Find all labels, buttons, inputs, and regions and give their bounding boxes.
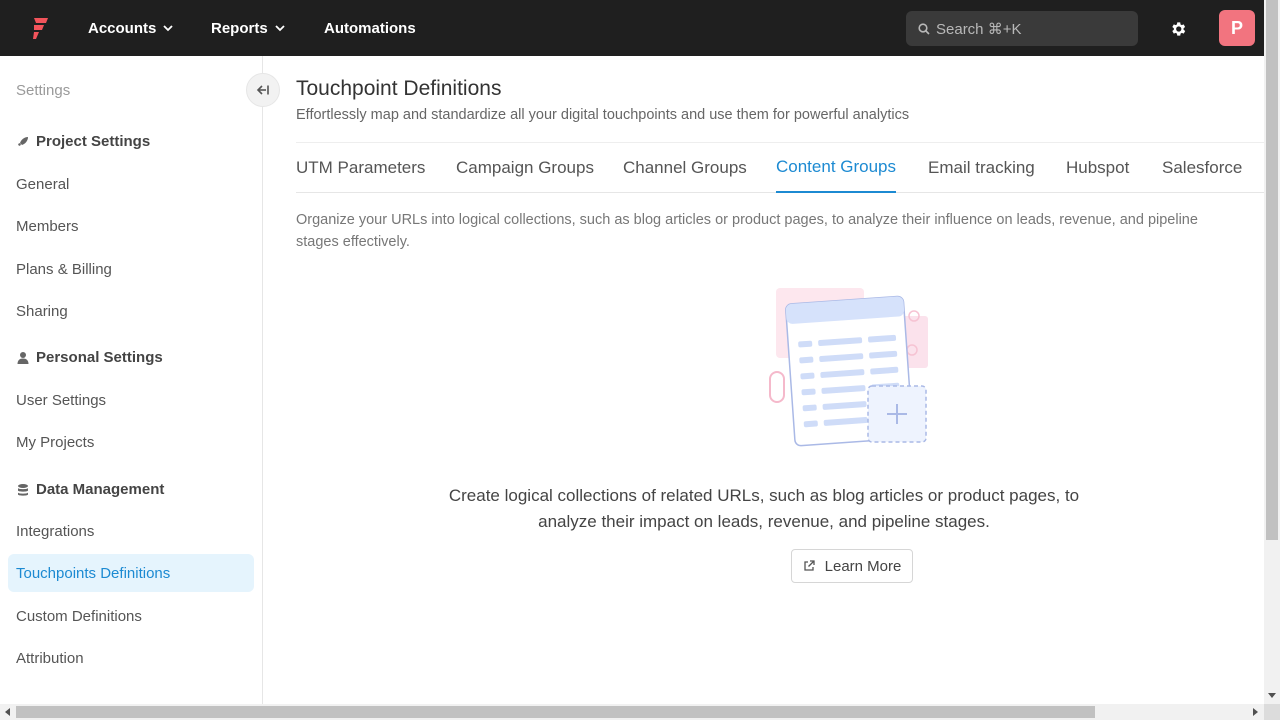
search-placeholder: Search ⌘+K [936, 20, 1022, 38]
horizontal-scrollbar-thumb[interactable] [16, 706, 1095, 718]
tab-channel-groups[interactable]: Channel Groups [623, 143, 747, 193]
settings-sidebar: Settings Project Settings General Member… [0, 56, 263, 704]
tab-salesforce[interactable]: Salesforce [1162, 143, 1242, 193]
nav-automations-label: Automations [324, 19, 416, 37]
tab-label: UTM Parameters [296, 158, 426, 177]
sidebar-item-touchpoints-definitions[interactable]: Touchpoints Definitions [8, 554, 254, 592]
sidebar-item-integrations[interactable]: Integrations [8, 512, 254, 550]
nav-accounts[interactable]: Accounts [88, 0, 174, 56]
tab-hubspot[interactable]: Hubspot [1066, 143, 1129, 193]
avatar-initial: P [1230, 17, 1243, 38]
scroll-right-arrow-icon[interactable] [1253, 708, 1258, 716]
collapse-left-icon [256, 85, 269, 95]
app-logo-icon[interactable] [30, 16, 50, 40]
chevron-down-icon [163, 25, 173, 32]
empty-state-line-2: analyze their impact on leads, revenue, … [538, 512, 990, 531]
sidebar-item-my-projects[interactable]: My Projects [8, 423, 254, 461]
learn-more-button[interactable]: Learn More [791, 549, 913, 583]
sidebar-item-sharing[interactable]: Sharing [8, 292, 254, 330]
section-label: Personal Settings [36, 349, 163, 366]
database-icon [16, 483, 30, 497]
settings-button[interactable] [1160, 11, 1195, 46]
tab-email-tracking[interactable]: Email tracking [928, 143, 1035, 193]
tab-description: Organize your URLs into logical collecti… [296, 212, 1198, 250]
nav-automations[interactable]: Automations [324, 0, 416, 56]
definition-tabs: UTM Parameters Campaign Groups Channel G… [296, 142, 1264, 193]
tab-campaign-groups[interactable]: Campaign Groups [456, 143, 594, 193]
sidebar-item-user-settings[interactable]: User Settings [8, 381, 254, 419]
tab-label: Content Groups [776, 157, 897, 176]
empty-state-line-1: Create logical collections of related UR… [448, 486, 1080, 505]
sidebar-item-plans-billing[interactable]: Plans & Billing [8, 250, 254, 288]
tab-label: Email tracking [928, 158, 1035, 177]
sidebar-item-label: User Settings [16, 391, 107, 409]
sidebar-title: Settings [16, 82, 71, 99]
empty-state-illustration [769, 288, 928, 447]
sidebar-item-label: Custom Definitions [16, 607, 142, 625]
sidebar-item-attribution[interactable]: Attribution [8, 639, 254, 677]
chevron-down-icon [275, 25, 285, 32]
sidebar-item-label: Attribution [16, 649, 84, 667]
main-content: Touchpoint Definitions Effortlessly map … [264, 56, 1264, 704]
rocket-icon [16, 135, 30, 149]
sidebar-item-custom-definitions[interactable]: Custom Definitions [8, 597, 254, 635]
gear-icon [1171, 21, 1185, 36]
sidebar-item-label: Plans & Billing [16, 260, 112, 278]
scroll-down-arrow-icon[interactable] [1268, 693, 1276, 698]
user-icon [16, 351, 30, 365]
section-data-management: Data Management [16, 481, 164, 498]
scroll-left-arrow-icon[interactable] [5, 708, 10, 716]
section-personal-settings: Personal Settings [16, 349, 163, 366]
collapse-sidebar-button[interactable] [246, 73, 280, 107]
sidebar-item-label: Touchpoints Definitions [16, 564, 171, 582]
external-link-icon [803, 560, 815, 571]
sidebar-item-label: General [16, 175, 70, 193]
sidebar-item-general[interactable]: General [8, 165, 254, 203]
sidebar-item-label: Members [16, 217, 79, 235]
horizontal-scrollbar[interactable] [0, 704, 1264, 720]
nav-reports-label: Reports [211, 19, 268, 37]
page-title: Touchpoint Definitions [296, 77, 502, 100]
section-label: Project Settings [36, 133, 151, 150]
tab-content-groups[interactable]: Content Groups [776, 143, 897, 193]
sidebar-item-label: Integrations [16, 522, 95, 540]
page-subtitle: Effortlessly map and standardize all you… [296, 107, 910, 123]
section-project-settings: Project Settings [16, 133, 150, 150]
sidebar-item-label: Sharing [16, 302, 68, 320]
nav-accounts-label: Accounts [88, 19, 157, 37]
sidebar-item-label: My Projects [16, 433, 95, 451]
search-icon [918, 22, 930, 35]
section-label: Data Management [36, 481, 165, 498]
learn-more-label: Learn More [824, 557, 902, 575]
scrollbar-corner [1264, 704, 1280, 720]
empty-state-message: Create logical collections of related UR… [264, 483, 1264, 535]
tab-label: Hubspot [1066, 158, 1130, 177]
tab-label: Salesforce [1162, 158, 1243, 177]
vertical-scrollbar[interactable] [1264, 0, 1280, 704]
tab-label: Campaign Groups [456, 158, 594, 177]
tab-label: Channel Groups [623, 158, 747, 177]
search-input[interactable]: Search ⌘+K [906, 11, 1138, 46]
user-avatar[interactable]: P [1219, 10, 1255, 46]
vertical-scrollbar-thumb[interactable] [1266, 0, 1278, 540]
sidebar-item-members[interactable]: Members [8, 207, 254, 245]
nav-reports[interactable]: Reports [211, 0, 286, 56]
top-navigation-bar: Accounts Reports Automations Search ⌘+K … [0, 0, 1280, 56]
tab-utm-parameters[interactable]: UTM Parameters [296, 143, 425, 193]
